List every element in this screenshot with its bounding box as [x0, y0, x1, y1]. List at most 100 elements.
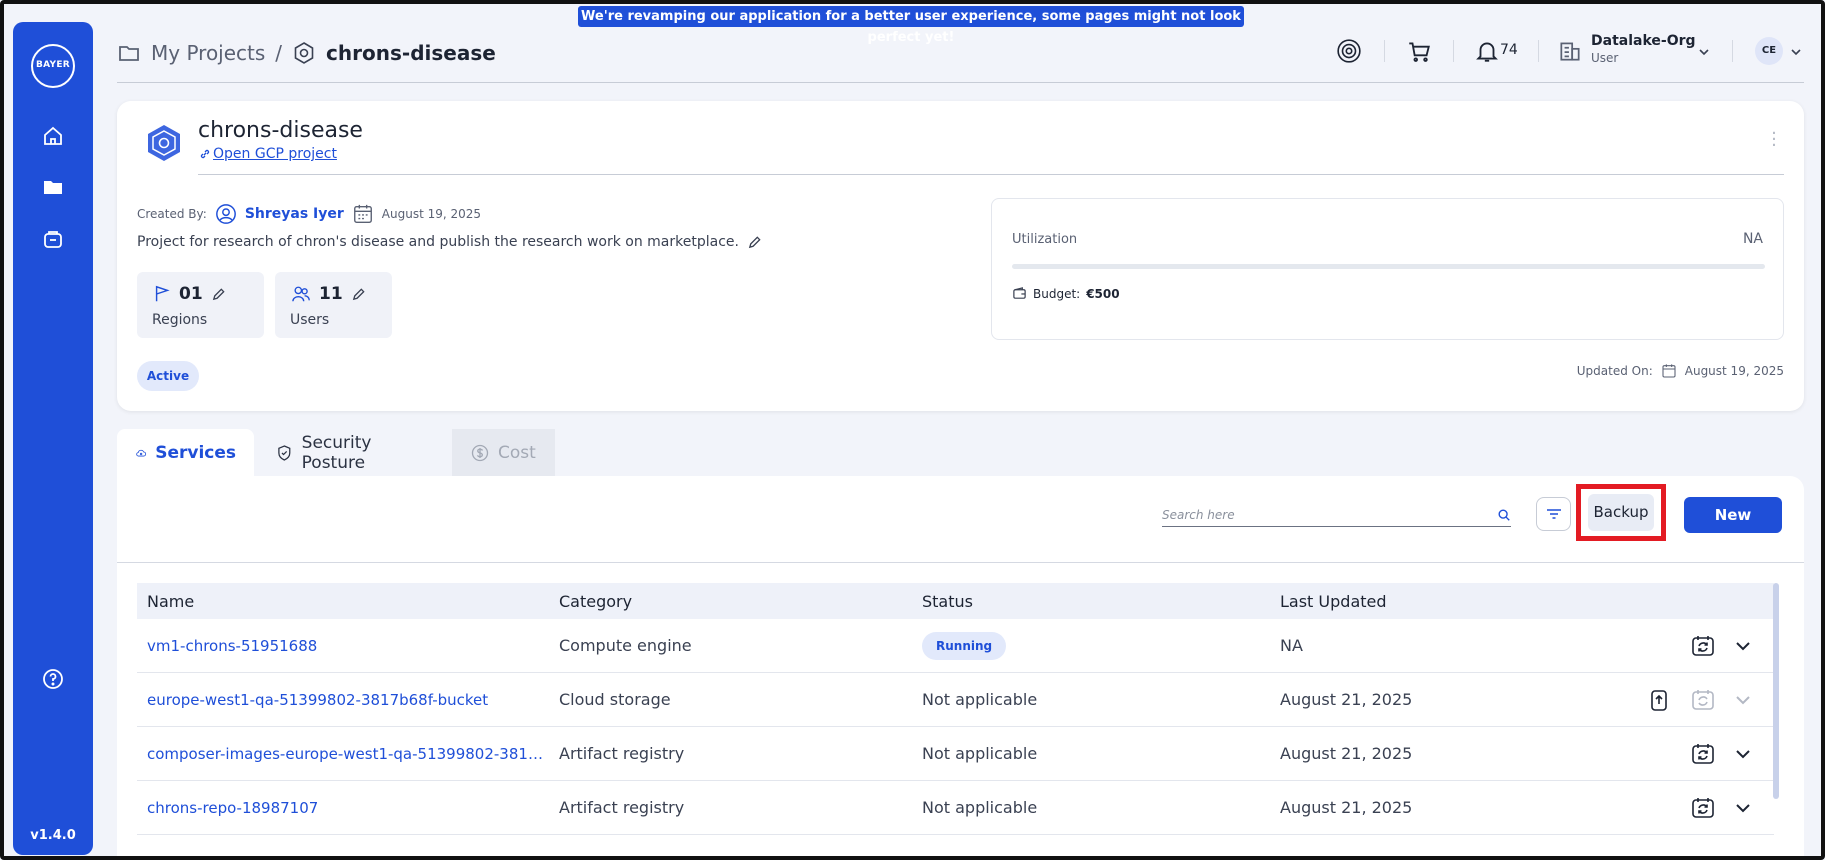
backup-sync-icon[interactable]	[1690, 741, 1716, 767]
edit-pencil-icon[interactable]	[351, 287, 366, 302]
filter-button[interactable]	[1536, 497, 1571, 531]
service-category: Cloud storage	[559, 690, 671, 709]
tab-services[interactable]: Services	[117, 429, 254, 476]
breadcrumb-root[interactable]: My Projects	[151, 41, 265, 65]
search-placeholder: Search here	[1162, 507, 1235, 522]
column-category[interactable]: Category	[559, 592, 632, 611]
help-icon[interactable]	[41, 667, 65, 691]
chevron-down-icon[interactable]	[1730, 633, 1756, 659]
org-switcher[interactable]: Datalake-Org User	[1591, 33, 1696, 65]
project-title: chrons-disease	[198, 118, 363, 143]
building-icon	[1557, 38, 1583, 64]
cloud-icon	[136, 449, 147, 456]
header-divider	[1453, 40, 1454, 62]
service-name[interactable]: europe-west1-qa-51399802-3817b68f-bucket	[147, 691, 547, 709]
created-date: August 19, 2025	[381, 207, 482, 221]
tab-security-posture-label: Security Posture	[301, 432, 372, 473]
service-status: Not applicable	[922, 798, 1038, 817]
project-card: chrons-disease Open GCP project · · · Crea…	[117, 101, 1804, 411]
tab-security-posture[interactable]: Security Posture	[257, 429, 449, 476]
regions-label: Regions	[152, 312, 208, 328]
link-icon	[200, 149, 210, 159]
backup-highlight: Backup	[1576, 484, 1666, 541]
utilization-label: Utilization	[1012, 232, 1078, 247]
services-panel: Search here Backup New Name Category Sta…	[117, 476, 1804, 860]
users-label: Users	[290, 312, 330, 328]
column-status[interactable]: Status	[922, 592, 973, 611]
project-description-text: Project for research of chron's disease …	[137, 234, 739, 250]
bell-icon[interactable]	[1474, 38, 1500, 64]
edit-pencil-icon[interactable]	[211, 287, 226, 302]
card-divider	[198, 174, 1784, 175]
regions-count: 01	[179, 284, 203, 304]
chevron-down-icon	[1730, 687, 1756, 713]
project-gear-icon	[294, 42, 314, 64]
bayer-logo[interactable]: BAYER	[31, 44, 75, 88]
service-status: Not applicable	[922, 744, 1038, 763]
folder-outline-icon	[119, 46, 139, 61]
table-header: Name Category Status Last Updated	[137, 583, 1774, 619]
users-stat: 11 Users	[275, 272, 392, 338]
folder-icon[interactable]	[41, 175, 65, 199]
calendar-icon	[353, 204, 372, 223]
wallet-icon	[1013, 287, 1026, 299]
column-name[interactable]: Name	[147, 592, 547, 611]
cart-icon[interactable]	[1406, 38, 1432, 64]
column-last-updated[interactable]: Last Updated	[1280, 592, 1387, 611]
created-by-user[interactable]: Shreyas Iyer	[245, 206, 344, 222]
shield-icon	[278, 444, 291, 461]
status-badge: Active	[137, 361, 199, 391]
edit-pencil-icon[interactable]	[747, 235, 762, 250]
header-divider-line	[117, 82, 1804, 83]
chevron-down-icon[interactable]	[1730, 741, 1756, 767]
header-divider	[1538, 40, 1539, 62]
bag-icon[interactable]	[41, 227, 65, 251]
more-options-icon[interactable]: · · ·	[1769, 125, 1779, 155]
regions-stat: 01 Regions	[137, 272, 264, 338]
service-name[interactable]: composer-images-europe-west1-qa-51399802…	[147, 745, 547, 763]
backup-sync-icon	[1690, 687, 1716, 713]
service-status: Not applicable	[922, 690, 1038, 709]
open-gcp-link-label: Open GCP project	[213, 146, 337, 162]
utilization-panel: Utilization NA Budget: €500	[991, 198, 1784, 340]
flag-icon	[155, 285, 170, 302]
backup-sync-icon[interactable]	[1690, 633, 1716, 659]
status-badge: Running	[922, 631, 1007, 660]
search-input[interactable]: Search here	[1162, 503, 1511, 527]
search-icon[interactable]	[1497, 508, 1511, 522]
table-row[interactable]: chrons-repo-18987107 Artifact registry N…	[137, 781, 1774, 835]
users-icon	[292, 286, 310, 302]
avatar[interactable]: CE	[1755, 37, 1783, 65]
org-name: Datalake-Org	[1591, 33, 1696, 49]
created-by-label: Created By:	[137, 207, 207, 221]
table-row[interactable]: vm1-chrons-51951688 Compute engine Runni…	[137, 619, 1774, 673]
service-last-updated: August 21, 2025	[1280, 690, 1413, 709]
utilization-value: NA	[1742, 231, 1763, 247]
status-running: Running	[922, 631, 1007, 660]
chevron-down-icon[interactable]	[1697, 44, 1711, 58]
project-hex-icon	[144, 123, 184, 163]
open-gcp-link[interactable]: Open GCP project	[199, 146, 337, 162]
home-icon[interactable]	[41, 124, 65, 148]
settings-wheel-icon[interactable]	[1336, 38, 1362, 64]
users-count: 11	[319, 284, 343, 304]
backup-sync-icon[interactable]	[1690, 795, 1716, 821]
app-version: v1.4.0	[30, 828, 76, 843]
service-name[interactable]: chrons-repo-18987107	[147, 799, 547, 817]
header-divider	[1384, 40, 1385, 62]
tab-services-label: Services	[155, 442, 236, 463]
header-divider	[1732, 40, 1733, 62]
service-category: Artifact registry	[559, 798, 685, 817]
new-button[interactable]: New	[1684, 497, 1782, 533]
budget-value: €500	[1086, 286, 1120, 301]
table-row[interactable]: composer-images-europe-west1-qa-51399802…	[137, 727, 1774, 781]
notification-count: 74	[1500, 42, 1518, 58]
table-scrollbar[interactable]	[1773, 583, 1779, 799]
upload-icon[interactable]	[1646, 687, 1672, 713]
table-row[interactable]: europe-west1-qa-51399802-3817b68f-bucket…	[137, 673, 1774, 727]
service-name[interactable]: vm1-chrons-51951688	[147, 637, 547, 655]
backup-button[interactable]: Backup	[1588, 494, 1654, 531]
dollar-circle-icon	[471, 444, 489, 461]
chevron-down-icon[interactable]	[1789, 44, 1803, 58]
chevron-down-icon[interactable]	[1730, 795, 1756, 821]
